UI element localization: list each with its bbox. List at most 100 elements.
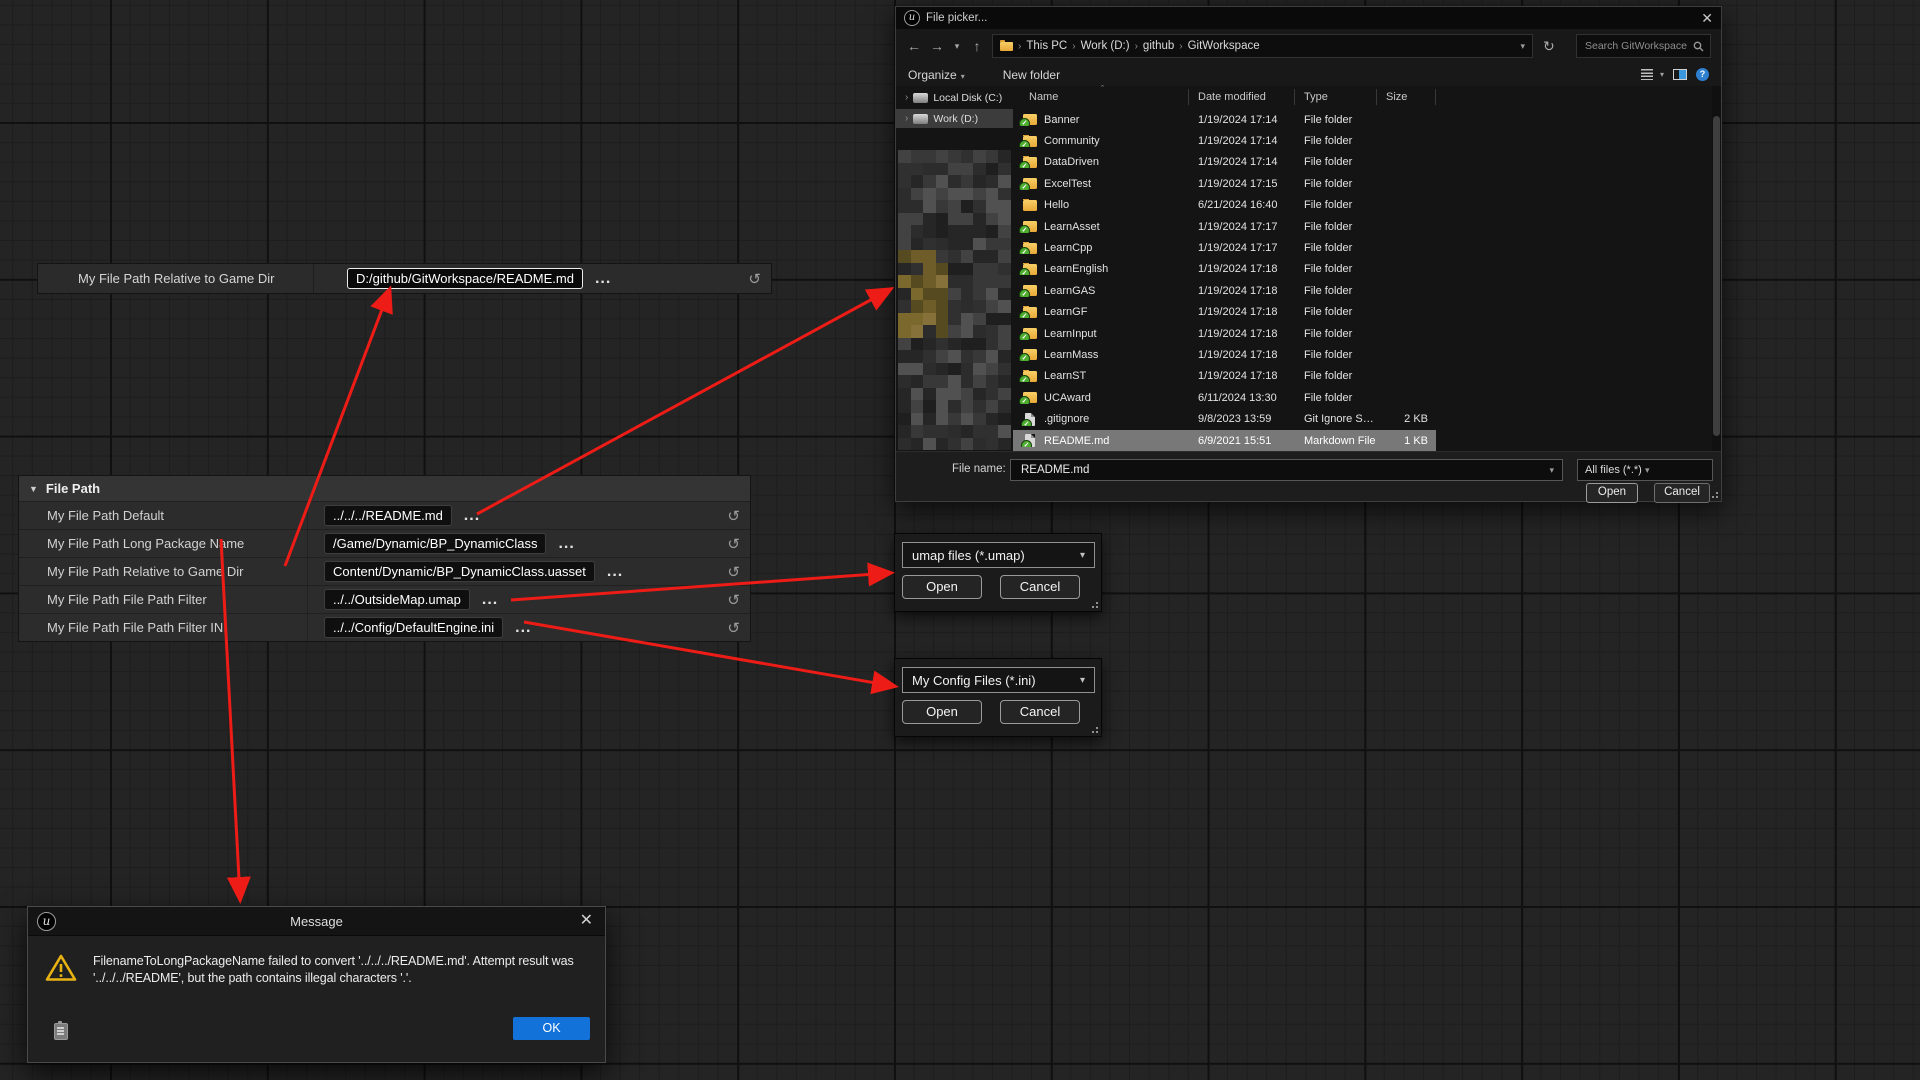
- file-type-value: All files (*.*): [1585, 464, 1645, 476]
- close-icon[interactable]: ✕: [580, 913, 593, 929]
- file-row-gitignore[interactable]: .gitignore9/8/2023 13:59Git Ignore Sourc…: [1013, 408, 1436, 429]
- open-button[interactable]: Open: [902, 700, 982, 724]
- refresh-icon[interactable]: ↻: [1543, 38, 1555, 55]
- file-filter-select[interactable]: My Config Files (*.ini) ▾: [902, 667, 1095, 693]
- file-row-ucaward[interactable]: UCAward6/11/2024 13:30File folder: [1013, 387, 1436, 408]
- path-text-field[interactable]: ../../OutsideMap.umap: [324, 589, 470, 610]
- breadcrumb-item-gitworkspace[interactable]: GitWorkspace: [1186, 40, 1262, 52]
- file-type: File folder: [1295, 370, 1377, 382]
- ellipsis-browse-button[interactable]: ...: [464, 507, 480, 525]
- file-row-learninput[interactable]: LearnInput1/19/2024 17:18File folder: [1013, 323, 1436, 344]
- cancel-button[interactable]: Cancel: [1000, 700, 1080, 724]
- resize-grip[interactable]: [1709, 489, 1718, 498]
- file-size: 2 KB: [1377, 413, 1436, 425]
- file-name-combo[interactable]: ▾: [1010, 459, 1563, 481]
- drive-icon: [913, 114, 928, 124]
- vertical-scrollbar[interactable]: [1712, 86, 1721, 452]
- path-text-field[interactable]: /Game/Dynamic/BP_DynamicClass: [324, 533, 546, 554]
- ellipsis-browse-button[interactable]: ...: [482, 591, 498, 609]
- file-row-learnmass[interactable]: LearnMass1/19/2024 17:18File folder: [1013, 344, 1436, 365]
- breadcrumb-separator: ›: [1069, 41, 1078, 52]
- file-row-learngas[interactable]: LearnGAS1/19/2024 17:18File folder: [1013, 280, 1436, 301]
- search-box[interactable]: [1576, 34, 1711, 58]
- column-header-date-modified[interactable]: Date modified: [1189, 89, 1295, 105]
- file-name-input[interactable]: [1019, 463, 1549, 477]
- file-type-select[interactable]: All files (*.*) ▾: [1577, 459, 1713, 481]
- breadcrumb: ›This PC›Work (D:)›github›GitWorkspace: [1015, 40, 1262, 52]
- chevron-right-icon[interactable]: ›: [905, 113, 908, 124]
- address-bar[interactable]: ›This PC›Work (D:)›github›GitWorkspace ▾: [992, 34, 1533, 58]
- copy-to-clipboard-icon[interactable]: [54, 1023, 68, 1040]
- view-mode-button[interactable]: ▾: [1641, 69, 1664, 80]
- ellipsis-browse-button[interactable]: ...: [607, 563, 623, 581]
- collapse-triangle-icon[interactable]: ▼: [29, 484, 38, 494]
- file-type: File folder: [1295, 263, 1377, 275]
- resize-grip[interactable]: [1089, 724, 1098, 733]
- reset-to-default-icon[interactable]: ↺: [727, 535, 740, 553]
- open-button[interactable]: Open: [902, 575, 982, 599]
- ellipsis-browse-button[interactable]: ...: [515, 619, 531, 637]
- file-row-community[interactable]: Community1/19/2024 17:14File folder: [1013, 130, 1436, 151]
- breadcrumb-item-work-d[interactable]: Work (D:): [1079, 40, 1132, 52]
- path-text-field[interactable]: ../../../README.md: [324, 505, 452, 526]
- chevron-right-icon[interactable]: ›: [905, 92, 908, 103]
- message-text: FilenameToLongPackageName failed to conv…: [93, 953, 574, 987]
- organize-menu[interactable]: Organize▾: [908, 68, 965, 82]
- file-row-learnenglish[interactable]: LearnEnglish1/19/2024 17:18File folder: [1013, 259, 1436, 280]
- section-header[interactable]: ▼ File Path: [19, 476, 750, 501]
- file-row-learngf[interactable]: LearnGF1/19/2024 17:18File folder: [1013, 302, 1436, 323]
- cancel-button[interactable]: Cancel: [1654, 483, 1710, 503]
- tree-item-local-disk-c[interactable]: ›Local Disk (C:): [896, 88, 1013, 107]
- reset-to-default-icon[interactable]: ↺: [727, 619, 740, 637]
- file-row-hello[interactable]: Hello6/21/2024 16:40File folder: [1013, 195, 1436, 216]
- title-bar[interactable]: Message ✕: [28, 907, 605, 936]
- breadcrumb-item-this-pc[interactable]: This PC: [1024, 40, 1069, 52]
- ellipsis-browse-button[interactable]: ...: [595, 270, 611, 288]
- forward-icon[interactable]: →: [929, 38, 945, 54]
- file-name-label: File name:: [952, 463, 1006, 475]
- column-header-type[interactable]: Type: [1295, 89, 1377, 105]
- file-date: 1/19/2024 17:18: [1189, 263, 1295, 275]
- help-icon[interactable]: [1696, 68, 1709, 81]
- history-chevron-icon[interactable]: ▾: [952, 41, 962, 52]
- cancel-button[interactable]: Cancel: [1000, 575, 1080, 599]
- file-row-readme-md[interactable]: README.md6/9/2021 15:51Markdown File1 KB: [1013, 430, 1436, 451]
- file-row-datadriven[interactable]: DataDriven1/19/2024 17:14File folder: [1013, 152, 1436, 173]
- title-bar[interactable]: File picker... ✕: [896, 7, 1721, 29]
- file-name: LearnAsset: [1044, 221, 1100, 233]
- tree-item-work-d[interactable]: ›Work (D:): [896, 109, 1013, 128]
- ellipsis-browse-button[interactable]: ...: [558, 535, 574, 553]
- breadcrumb-separator: ›: [1132, 41, 1141, 52]
- file-row-exceltest[interactable]: ExcelTest1/19/2024 17:15File folder: [1013, 173, 1436, 194]
- file-row-learnst[interactable]: LearnST1/19/2024 17:18File folder: [1013, 366, 1436, 387]
- file-filter-select[interactable]: umap files (*.umap) ▾: [902, 542, 1095, 568]
- new-folder-button[interactable]: New folder: [1003, 68, 1060, 82]
- close-icon[interactable]: ✕: [1701, 11, 1713, 25]
- reset-to-default-icon[interactable]: ↺: [748, 270, 761, 288]
- file-type: File folder: [1295, 178, 1377, 190]
- open-button[interactable]: Open: [1586, 483, 1638, 503]
- scrollbar-thumb[interactable]: [1713, 116, 1720, 436]
- file-name: Hello: [1044, 199, 1069, 211]
- up-icon[interactable]: ↑: [969, 38, 985, 54]
- path-text-field[interactable]: ../../Config/DefaultEngine.ini: [324, 617, 503, 638]
- search-input[interactable]: [1583, 39, 1693, 53]
- preview-pane-icon[interactable]: [1673, 69, 1687, 80]
- path-text-field[interactable]: Content/Dynamic/BP_DynamicClass.uasset: [324, 561, 595, 582]
- breadcrumb-item-github[interactable]: github: [1141, 40, 1176, 52]
- file-name: DataDriven: [1044, 156, 1099, 168]
- reset-to-default-icon[interactable]: ↺: [727, 507, 740, 525]
- back-icon[interactable]: ←: [906, 38, 922, 54]
- file-row-learnasset[interactable]: LearnAsset1/19/2024 17:17File folder: [1013, 216, 1436, 237]
- resize-grip[interactable]: [1089, 599, 1098, 608]
- file-row-learncpp[interactable]: LearnCpp1/19/2024 17:17File folder: [1013, 237, 1436, 258]
- address-dropdown-icon[interactable]: ▾: [1520, 41, 1525, 52]
- ok-button[interactable]: OK: [513, 1017, 590, 1040]
- chevron-down-icon[interactable]: ▾: [1549, 465, 1554, 476]
- path-text-field[interactable]: D:/github/GitWorkspace/README.md: [347, 268, 583, 289]
- column-header-size[interactable]: Size: [1377, 89, 1436, 105]
- reset-to-default-icon[interactable]: ↺: [727, 591, 740, 609]
- reset-to-default-icon[interactable]: ↺: [727, 563, 740, 581]
- drive-icon: [913, 93, 928, 103]
- file-row-banner[interactable]: Banner1/19/2024 17:14File folder: [1013, 109, 1436, 130]
